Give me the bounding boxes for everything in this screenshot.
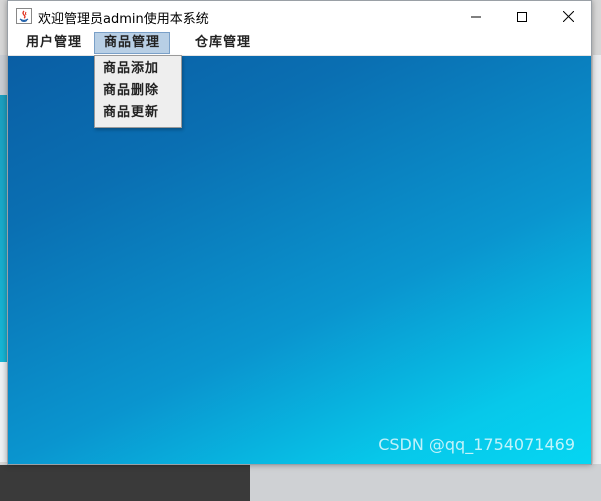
close-icon (562, 7, 574, 26)
menu-product-management[interactable]: 商品管理 (94, 32, 171, 54)
menu-item-delete-product[interactable]: 商品删除 (95, 80, 181, 102)
maximize-icon (517, 7, 527, 26)
java-app-icon (16, 8, 32, 24)
menu-item-add-product[interactable]: 商品添加 (95, 58, 181, 80)
background-window-fragment (0, 95, 7, 362)
product-menu-dropdown: 商品添加 商品删除 商品更新 (94, 55, 182, 128)
watermark: CSDN @qq_1754071469 (378, 435, 575, 454)
menu-item-update-product[interactable]: 商品更新 (95, 102, 181, 124)
maximize-button[interactable] (499, 1, 545, 31)
background-window-fragment (0, 55, 7, 95)
main-window: 欢迎管理员admin使用本系统 用户管理 商品管理 仓库管理 CSDN @qq_… (7, 0, 592, 465)
minimize-icon (471, 7, 481, 26)
menu-warehouse-management[interactable]: 仓库管理 (186, 32, 260, 54)
window-title: 欢迎管理员admin使用本系统 (38, 12, 209, 27)
menu-bar: 用户管理 商品管理 仓库管理 (8, 31, 591, 56)
title-bar[interactable]: 欢迎管理员admin使用本系统 (8, 1, 591, 31)
close-button[interactable] (545, 1, 591, 31)
background-window-fragment (593, 55, 601, 465)
menu-user-management[interactable]: 用户管理 (17, 32, 91, 54)
background-taskbar-fragment (0, 465, 250, 501)
background-window-fragment (0, 362, 7, 462)
minimize-button[interactable] (453, 1, 499, 31)
